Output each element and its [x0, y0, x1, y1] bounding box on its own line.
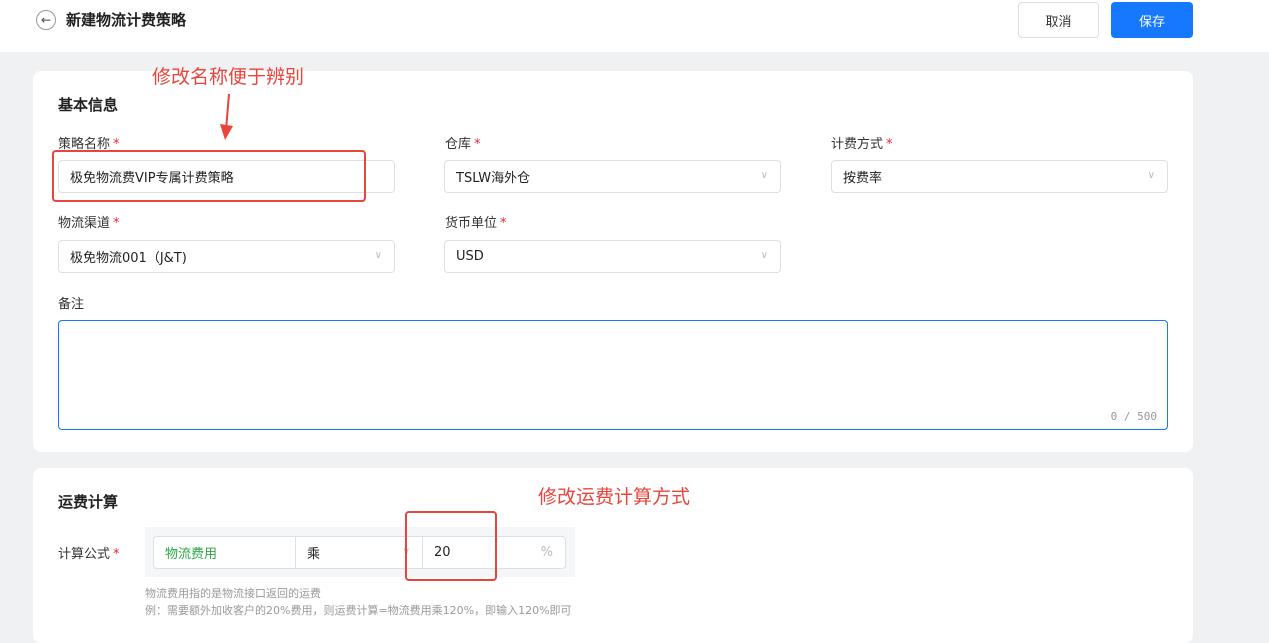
- billing-method-label: 计费方式 *: [831, 137, 893, 152]
- basic-info-title: 基本信息: [58, 96, 119, 114]
- remark-label: 备注: [58, 297, 85, 312]
- percent-unit: %: [540, 545, 553, 560]
- chevron-down-icon: ∨: [760, 250, 768, 261]
- back-arrow-icon[interactable]: ←: [36, 10, 56, 30]
- formula-label: 计算公式 *: [58, 547, 120, 562]
- cancel-button[interactable]: 取消: [1018, 2, 1099, 38]
- hint-line-1: 物流费用指的是物流接口返回的运费: [145, 587, 321, 600]
- hint-line-2: 例：需要额外加收客户的20%费用，则运费计算=物流费用乘120%，即输入120%…: [145, 604, 572, 617]
- chevron-down-icon: ∨: [1147, 170, 1155, 181]
- char-counter: 0 / 500: [1110, 410, 1157, 423]
- annotation-box-name: [52, 150, 366, 202]
- freight-calc-title: 运费计算: [58, 493, 119, 511]
- currency-label: 货币单位 *: [445, 216, 507, 231]
- chevron-down-icon: ∨: [374, 250, 382, 261]
- annotation-name-note: 修改名称便于辨别: [152, 66, 305, 88]
- annotation-arrow-icon: [220, 94, 233, 140]
- top-bar: ← 新建物流计费策略 取消 保存: [0, 0, 1269, 52]
- remark-textarea[interactable]: 0 / 500: [58, 320, 1168, 430]
- warehouse-label: 仓库 *: [445, 137, 481, 152]
- base-item-box: 物流费用: [153, 536, 296, 569]
- warehouse-select[interactable]: TSLW海外仓 ∨: [444, 160, 781, 193]
- currency-select[interactable]: USD ∨: [444, 240, 781, 273]
- operator-select[interactable]: 乘 ∨: [295, 536, 423, 569]
- save-button[interactable]: 保存: [1111, 2, 1193, 38]
- billing-method-select[interactable]: 按费率 ∨: [831, 160, 1168, 193]
- annotation-box-factor: [405, 511, 497, 581]
- logistics-channel-label: 物流渠道 *: [58, 216, 120, 231]
- page-title: 新建物流计费策略: [66, 11, 187, 29]
- logistics-channel-select[interactable]: 极免物流001（J&T) ∨: [58, 240, 395, 273]
- annotation-calc-note: 修改运费计算方式: [538, 486, 691, 508]
- chevron-down-icon: ∨: [760, 170, 768, 181]
